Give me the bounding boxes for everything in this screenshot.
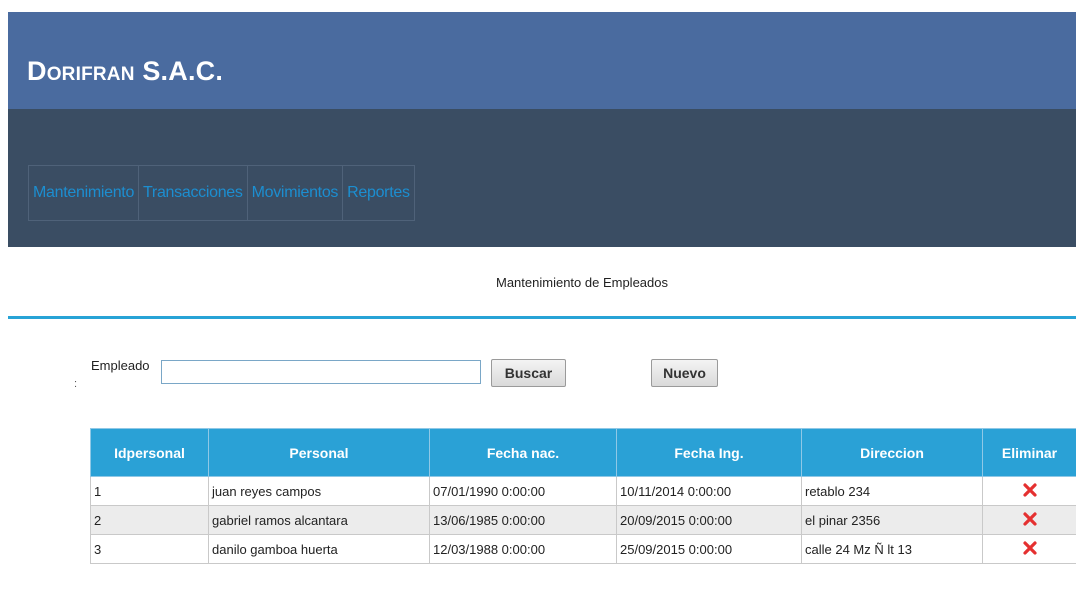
cell-personal: juan reyes campos: [208, 476, 430, 506]
menu-item-mantenimiento[interactable]: Mantenimiento: [29, 166, 140, 220]
employees-table: Idpersonal Personal Fecha nac. Fecha Ing…: [90, 428, 1076, 564]
cell-idpersonal: 1: [90, 476, 209, 506]
divider: [8, 316, 1076, 319]
delete-x-icon[interactable]: [1021, 510, 1039, 528]
cell-personal: danilo gamboa huerta: [208, 534, 430, 564]
cell-eliminar: [982, 505, 1076, 535]
table-row: 2 gabriel ramos alcantara 13/06/1985 0:0…: [90, 505, 1076, 535]
cell-idpersonal: 2: [90, 505, 209, 535]
column-header-direccion[interactable]: Direccion: [801, 428, 983, 477]
menu-item-movimientos[interactable]: Movimientos: [248, 166, 344, 220]
employee-search-input[interactable]: [161, 360, 481, 384]
column-header-fecha-nac[interactable]: Fecha nac.: [429, 428, 617, 477]
cell-fecha-ing: 20/09/2015 0:00:00: [616, 505, 802, 535]
employee-label: Empleado: [91, 358, 150, 373]
cell-personal: gabriel ramos alcantara: [208, 505, 430, 535]
column-header-fecha-ing[interactable]: Fecha Ing.: [616, 428, 802, 477]
cell-fecha-nac: 07/01/1990 0:00:00: [429, 476, 617, 506]
cell-fecha-nac: 12/03/1988 0:00:00: [429, 534, 617, 564]
page-title: Mantenimiento de Empleados: [496, 275, 668, 290]
cell-direccion: retablo 234: [801, 476, 983, 506]
table-header-row: Idpersonal Personal Fecha nac. Fecha Ing…: [90, 428, 1076, 477]
cell-fecha-ing: 10/11/2014 0:00:00: [616, 476, 802, 506]
column-header-eliminar: Eliminar: [982, 428, 1076, 477]
new-button[interactable]: Nuevo: [651, 359, 718, 387]
label-colon: :: [74, 378, 78, 390]
nav-bar: Mantenimiento Transacciones Movimientos …: [8, 109, 1076, 247]
search-button[interactable]: Buscar: [491, 359, 566, 387]
cell-eliminar: [982, 476, 1076, 506]
brand-title: Dorifran S.A.C.: [27, 56, 224, 86]
delete-x-icon[interactable]: [1021, 539, 1039, 557]
cell-fecha-nac: 13/06/1985 0:00:00: [429, 505, 617, 535]
table-row: 1 juan reyes campos 07/01/1990 0:00:00 1…: [90, 476, 1076, 506]
column-header-personal[interactable]: Personal: [208, 428, 430, 477]
table-row: 3 danilo gamboa huerta 12/03/1988 0:00:0…: [90, 534, 1076, 564]
main-menu: Mantenimiento Transacciones Movimientos …: [28, 165, 415, 221]
column-header-idpersonal[interactable]: Idpersonal: [90, 428, 209, 477]
cell-direccion: calle 24 Mz Ñ lt 13: [801, 534, 983, 564]
cell-fecha-ing: 25/09/2015 0:00:00: [616, 534, 802, 564]
menu-item-reportes[interactable]: Reportes: [343, 166, 414, 220]
cell-direccion: el pinar 2356: [801, 505, 983, 535]
delete-x-icon[interactable]: [1021, 481, 1039, 499]
menu-item-transacciones[interactable]: Transacciones: [139, 166, 248, 220]
app-header: Dorifran S.A.C.: [8, 12, 1076, 109]
cell-eliminar: [982, 534, 1076, 564]
cell-idpersonal: 3: [90, 534, 209, 564]
